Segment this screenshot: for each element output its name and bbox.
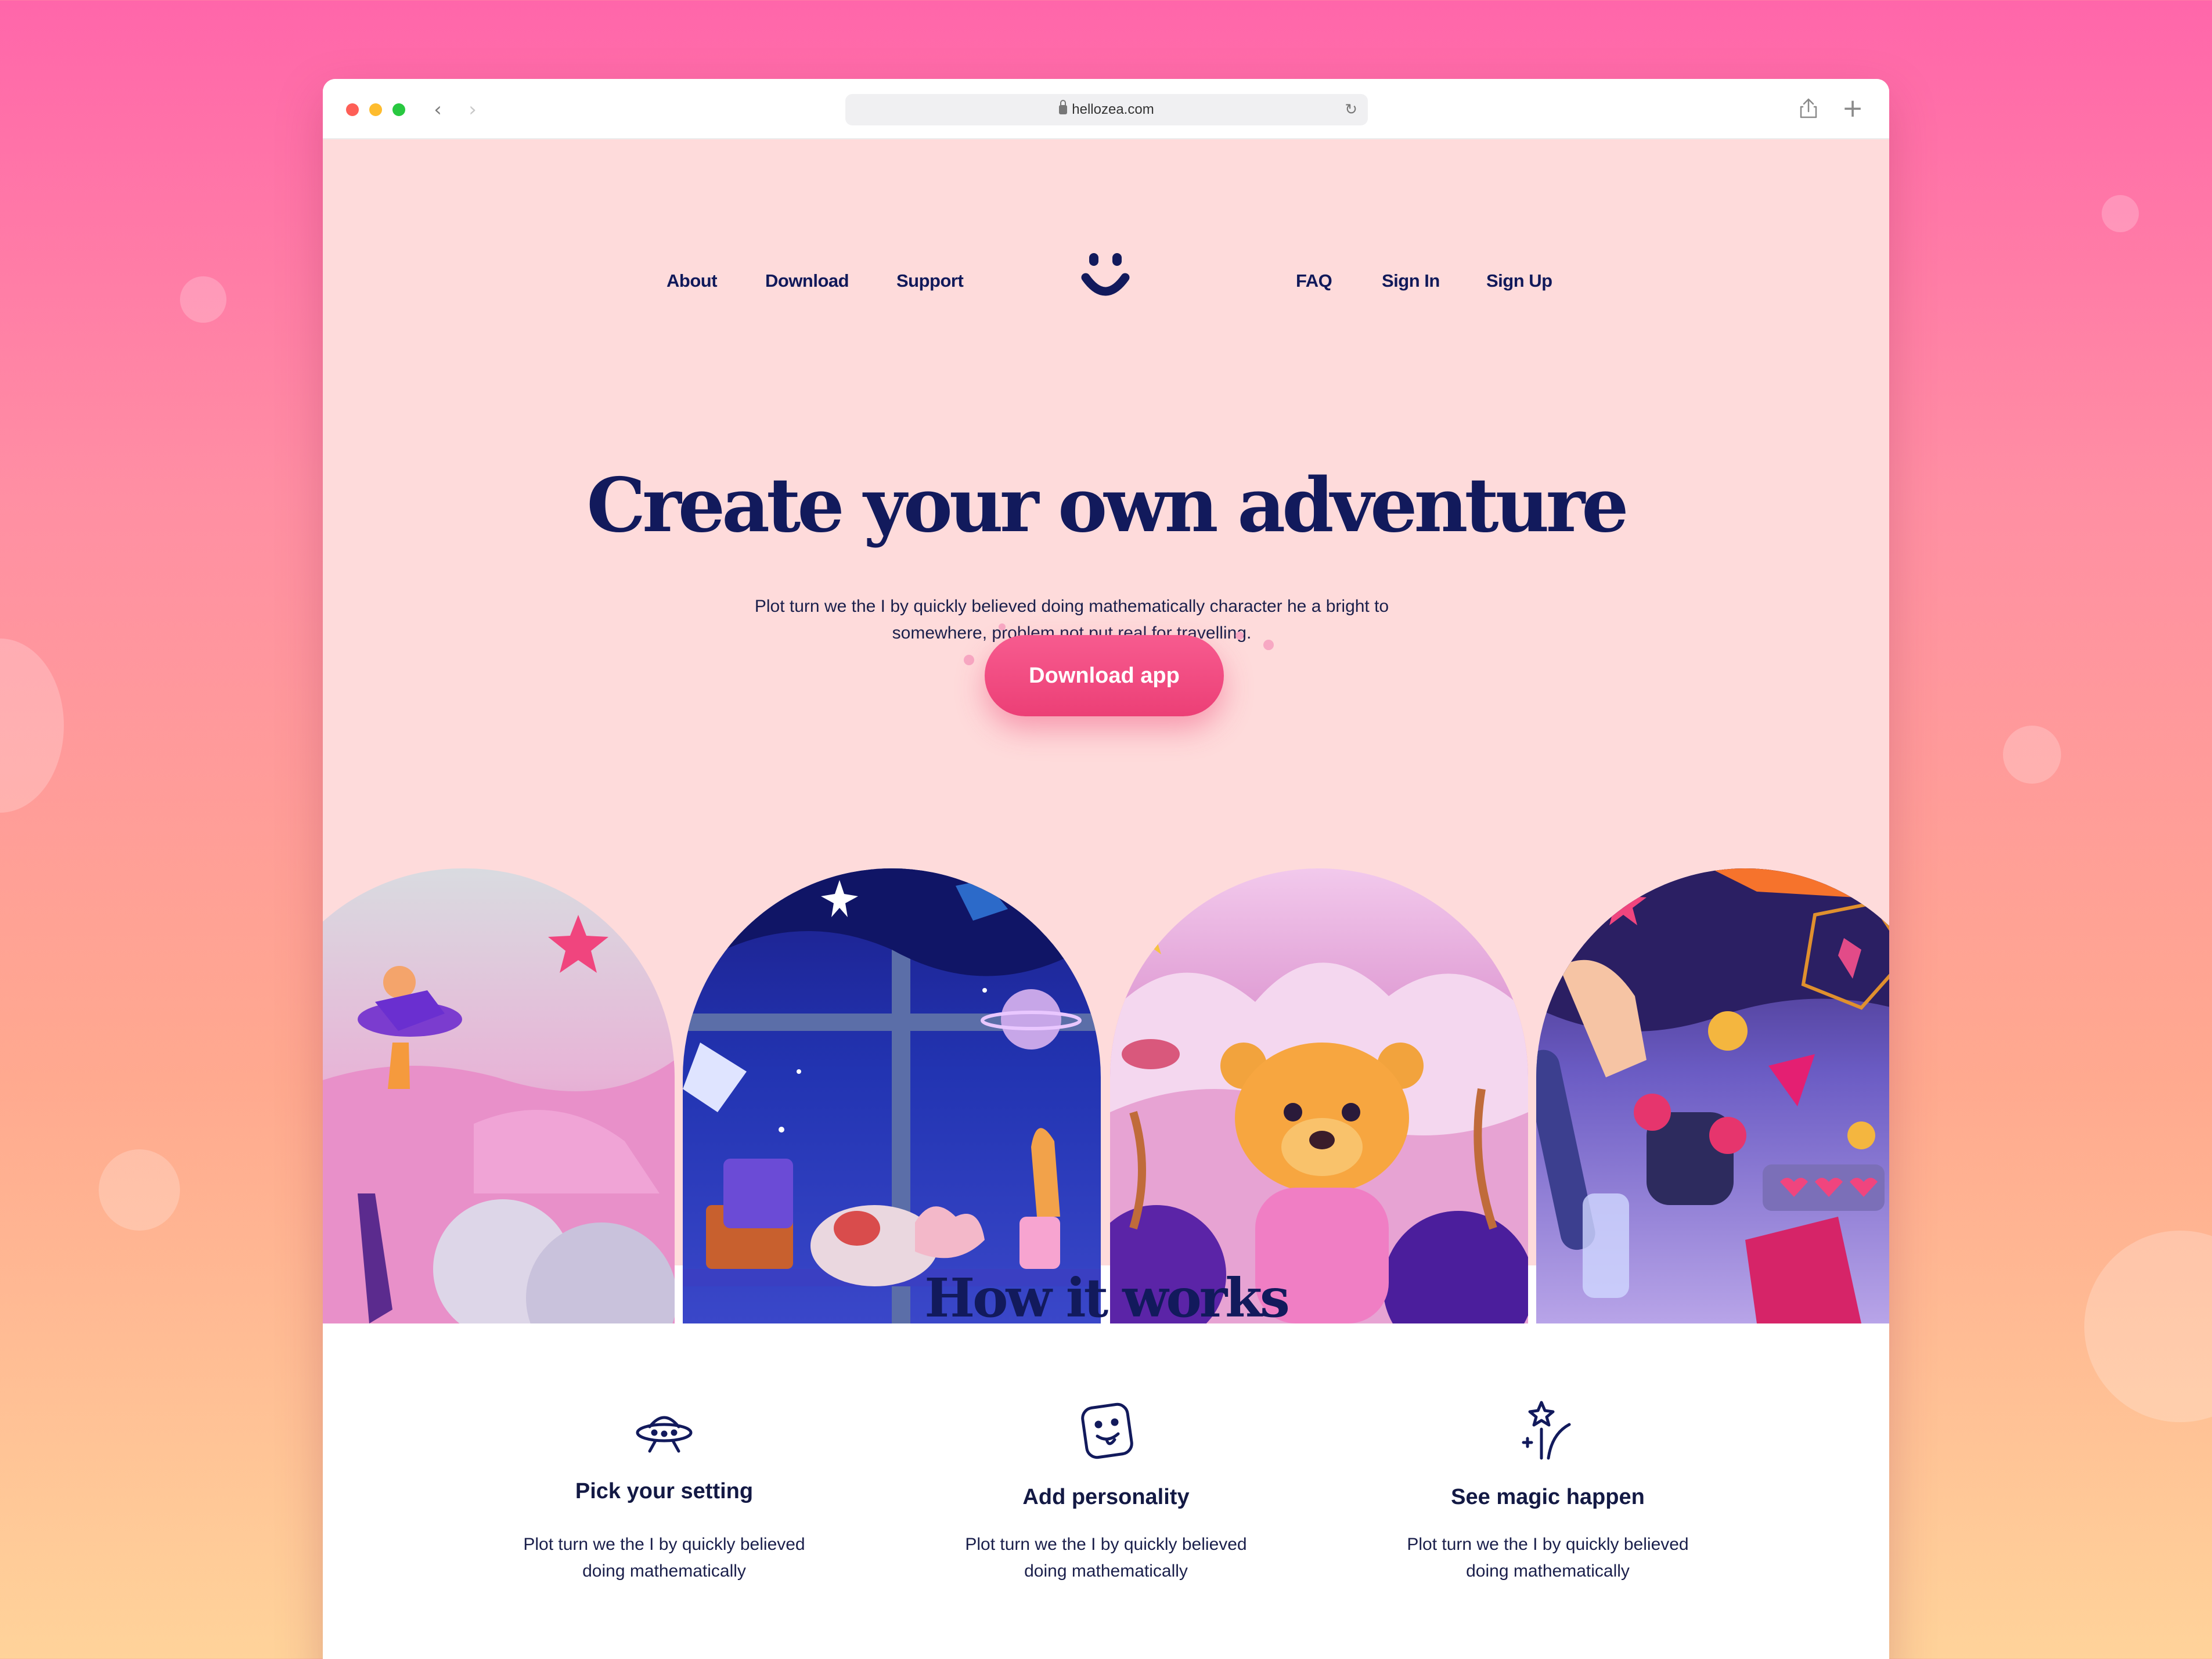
step-description-line: doing mathematically [1024, 1561, 1188, 1581]
illustration-jelly-bear [1110, 868, 1528, 1323]
hero-title: Create your own adventure [586, 462, 1629, 549]
plus-icon[interactable]: + [1839, 95, 1866, 122]
maximize-window-button[interactable] [392, 103, 405, 116]
step-title: See magic happen [1451, 1485, 1645, 1509]
step-title: Pick your setting [575, 1479, 754, 1503]
bokeh-circle [0, 639, 64, 813]
hero-section: About Download Support FAQ Sign In Sign … [323, 139, 1889, 1323]
step-description: Plot turn we the I by quickly believed d… [961, 1531, 1251, 1585]
step-description-line: Plot turn we the I by quickly believed [1407, 1535, 1689, 1554]
illustration-flying-character [323, 868, 675, 1323]
minimize-window-button[interactable] [369, 103, 382, 116]
step-description-line: doing mathematically [1466, 1561, 1630, 1581]
nav-link-faq[interactable]: FAQ [1296, 271, 1332, 291]
lock-icon [1059, 100, 1068, 114]
chevron-left-icon[interactable]: ‹ [426, 96, 449, 123]
browser-window: ‹ › hellozea.com ↻ + About Download Supp… [323, 79, 1889, 1659]
bokeh-circle [99, 1149, 180, 1231]
step-description-line: doing mathematically [582, 1561, 746, 1581]
sparkle-dot [1263, 640, 1274, 650]
browser-toolbar: ‹ › hellozea.com ↻ + [323, 79, 1889, 139]
download-app-button[interactable]: Download app [985, 635, 1224, 716]
nav-link-sign-up[interactable]: Sign Up [1486, 271, 1552, 291]
nav-link-about[interactable]: About [667, 271, 718, 291]
sparkle-dot [964, 655, 974, 665]
bokeh-circle [2102, 195, 2139, 232]
nav-link-download[interactable]: Download [765, 271, 849, 291]
bokeh-circle [2084, 1231, 2212, 1422]
bokeh-circle [180, 276, 226, 323]
step-description-line: Plot turn we the I by quickly believed [965, 1535, 1247, 1554]
sparkle-dot [1235, 632, 1244, 640]
share-icon[interactable] [1795, 95, 1822, 122]
step-description: Plot turn we the I by quickly believed d… [1403, 1531, 1693, 1585]
hero-subtitle-line: Plot turn we the I by quickly believed d… [754, 597, 1389, 616]
sparkle-dot [999, 623, 1006, 630]
tongue-face-icon [1074, 1398, 1138, 1462]
ufo-icon [632, 1398, 696, 1462]
smiley-logo-icon[interactable] [1081, 252, 1130, 302]
nav-link-sign-in[interactable]: Sign In [1382, 271, 1440, 291]
bokeh-circle [2003, 726, 2061, 784]
step-description: Plot turn we the I by quickly believed d… [519, 1531, 809, 1585]
address-bar[interactable]: hellozea.com ↻ [845, 94, 1368, 125]
illustration-toys-hearts [1536, 868, 1889, 1323]
illustration-night-room [683, 868, 1101, 1323]
step-description-line: Plot turn we the I by quickly believed [523, 1535, 805, 1554]
step-title: Add personality [1022, 1485, 1190, 1509]
reload-icon[interactable]: ↻ [1345, 94, 1357, 125]
how-it-works-heading: How it works [924, 1267, 1290, 1329]
url-text: hellozea.com [1072, 102, 1154, 117]
close-window-button[interactable] [346, 103, 359, 116]
nav-link-support[interactable]: Support [896, 271, 964, 291]
magic-wand-star-icon [1516, 1398, 1580, 1462]
chevron-right-icon[interactable]: › [461, 96, 484, 123]
